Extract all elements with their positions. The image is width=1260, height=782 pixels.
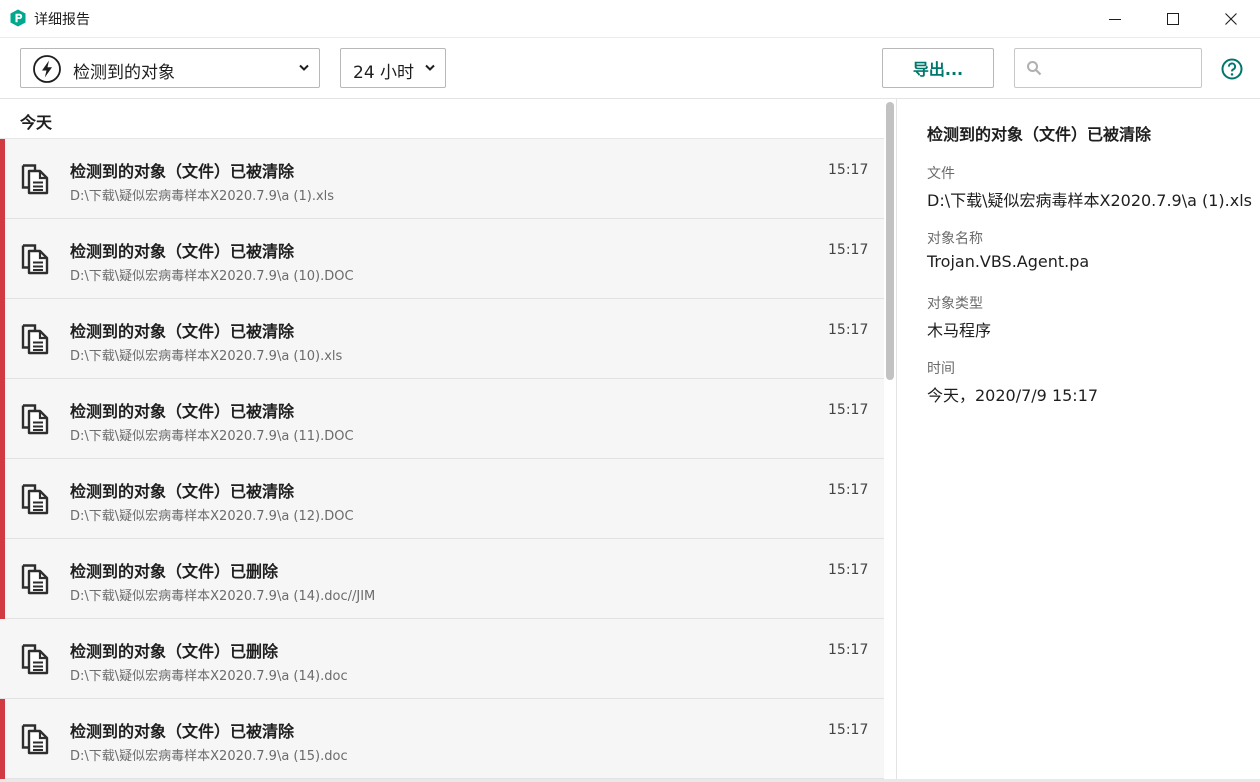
document-copy-icon (21, 164, 49, 195)
export-button[interactable]: 导出... (882, 48, 994, 88)
document-copy-icon (21, 644, 49, 675)
event-row[interactable]: 检测到的对象（文件）已被清除 D:\下载\疑似宏病毒样本X2020.7.9\a (… (0, 459, 884, 539)
event-time: 15:17 (828, 242, 869, 258)
event-list: 今天 检测到的对象（文件）已被清除 D:\下载\疑似宏病毒样本X2020.7.9\… (0, 99, 896, 782)
event-title: 检测到的对象（文件）已被清除 (70, 322, 295, 341)
search-icon (1027, 61, 1042, 76)
event-time: 15:17 (828, 402, 869, 418)
severity-marker (0, 219, 5, 299)
event-title: 检测到的对象（文件）已删除 (70, 642, 279, 661)
event-row[interactable]: 检测到的对象（文件）已被清除 D:\下载\疑似宏病毒样本X2020.7.9\a (… (0, 219, 884, 299)
chevron-down-icon (299, 64, 309, 71)
search-input[interactable] (1049, 55, 1197, 81)
event-rows: 检测到的对象（文件）已被清除 D:\下载\疑似宏病毒样本X2020.7.9\a (… (0, 139, 884, 779)
event-path: D:\下载\疑似宏病毒样本X2020.7.9\a (11).DOC (70, 429, 354, 444)
window-title: 详细报告 (34, 12, 90, 28)
detail-value-time: 今天，2020/7/9 15:17 (927, 386, 1099, 405)
detail-label-file: 文件 (927, 166, 955, 182)
document-copy-icon (21, 724, 49, 755)
maximize-button[interactable] (1144, 0, 1202, 37)
event-row[interactable]: 检测到的对象（文件）已删除 D:\下载\疑似宏病毒样本X2020.7.9\a (1… (0, 539, 884, 619)
event-path: D:\下载\疑似宏病毒样本X2020.7.9\a (1).xls (70, 189, 335, 204)
severity-marker (0, 539, 5, 619)
time-period-value: 24 小时 (353, 63, 415, 83)
severity-marker (0, 619, 5, 699)
event-path: D:\下载\疑似宏病毒样本X2020.7.9\a (12).DOC (70, 509, 354, 524)
event-row[interactable]: 检测到的对象（文件）已被清除 D:\下载\疑似宏病毒样本X2020.7.9\a (… (0, 299, 884, 379)
scrollbar[interactable] (884, 99, 896, 782)
maximize-icon (1167, 12, 1179, 25)
severity-marker (0, 699, 5, 779)
object-type-dropdown[interactable]: 检测到的对象 (20, 48, 320, 88)
detail-value-object-name: Trojan.VBS.Agent.pa (927, 252, 1090, 271)
event-title: 检测到的对象（文件）已被清除 (70, 402, 295, 421)
time-period-dropdown[interactable]: 24 小时 (340, 48, 446, 88)
event-path: D:\下载\疑似宏病毒样本X2020.7.9\a (14).doc (70, 669, 348, 684)
severity-marker (0, 459, 5, 539)
detail-label-object-name: 对象名称 (927, 231, 983, 247)
event-title: 检测到的对象（文件）已被清除 (70, 242, 295, 261)
document-copy-icon (21, 244, 49, 275)
severity-marker (0, 379, 5, 459)
app-logo-icon (10, 9, 26, 27)
event-title: 检测到的对象（文件）已删除 (70, 562, 279, 581)
close-button[interactable] (1202, 0, 1260, 37)
document-copy-icon (21, 564, 49, 595)
detail-label-object-type: 对象类型 (927, 296, 983, 312)
minimize-button[interactable] (1086, 0, 1144, 37)
group-header: 今天 (0, 99, 884, 139)
title-bar: 详细报告 (0, 0, 1260, 37)
severity-marker (0, 299, 5, 379)
event-time: 15:17 (828, 162, 869, 178)
chevron-down-icon (425, 64, 435, 71)
event-time: 15:17 (828, 722, 869, 738)
document-copy-icon (21, 484, 49, 515)
document-copy-icon (21, 404, 49, 435)
event-row[interactable]: 检测到的对象（文件）已被清除 D:\下载\疑似宏病毒样本X2020.7.9\a (… (0, 699, 884, 779)
event-time: 15:17 (828, 562, 869, 578)
search-box[interactable] (1014, 48, 1202, 88)
event-row[interactable]: 检测到的对象（文件）已被清除 D:\下载\疑似宏病毒样本X2020.7.9\a (… (0, 379, 884, 459)
details-pane: 检测到的对象（文件）已被清除 文件 D:\下载\疑似宏病毒样本X2020.7.9… (897, 99, 1260, 782)
minimize-icon (1109, 18, 1121, 20)
event-path: D:\下载\疑似宏病毒样本X2020.7.9\a (15).doc (70, 749, 348, 764)
detail-value-file: D:\下载\疑似宏病毒样本X2020.7.9\a (1).xls (927, 191, 1252, 210)
close-icon (1225, 12, 1237, 25)
severity-marker (0, 139, 5, 219)
event-row[interactable]: 检测到的对象（文件）已删除 D:\下载\疑似宏病毒样本X2020.7.9\a (1… (0, 619, 884, 699)
event-title: 检测到的对象（文件）已被清除 (70, 482, 295, 501)
document-copy-icon (21, 324, 49, 355)
lightning-bolt-icon (33, 55, 61, 83)
help-icon[interactable] (1221, 58, 1243, 80)
event-time: 15:17 (828, 482, 869, 498)
event-time: 15:17 (828, 642, 869, 658)
details-title: 检测到的对象（文件）已被清除 (927, 125, 1152, 144)
event-row[interactable]: 检测到的对象（文件）已被清除 D:\下载\疑似宏病毒样本X2020.7.9\a (… (0, 139, 884, 219)
event-title: 检测到的对象（文件）已被清除 (70, 722, 295, 741)
detail-label-time: 时间 (927, 361, 955, 377)
group-header-label: 今天 (20, 113, 53, 132)
detail-value-object-type: 木马程序 (927, 321, 992, 340)
event-path: D:\下载\疑似宏病毒样本X2020.7.9\a (14).doc//JIM (70, 589, 376, 604)
event-path: D:\下载\疑似宏病毒样本X2020.7.9\a (10).xls (70, 349, 343, 364)
object-type-value: 检测到的对象 (73, 63, 175, 83)
event-path: D:\下载\疑似宏病毒样本X2020.7.9\a (10).DOC (70, 269, 354, 284)
toolbar: 检测到的对象 24 小时 导出... (0, 37, 1260, 99)
event-title: 检测到的对象（文件）已被清除 (70, 162, 295, 181)
scrollbar-thumb[interactable] (886, 102, 894, 380)
event-time: 15:17 (828, 322, 869, 338)
